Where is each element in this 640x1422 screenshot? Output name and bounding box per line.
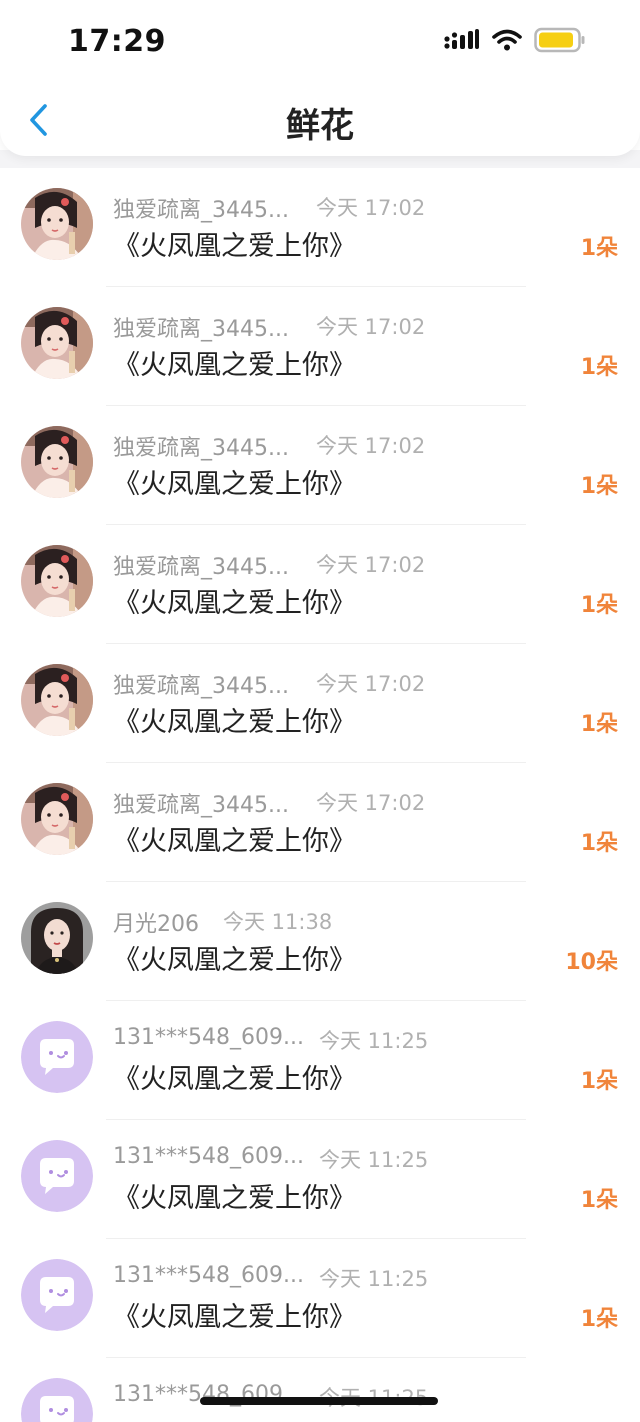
- flower-count: 1朵: [580, 474, 618, 499]
- page-title: 鲜花: [286, 106, 354, 146]
- flower-count: 1朵: [580, 1188, 618, 1213]
- book-title: 《火凤凰之爱上你》: [113, 1064, 356, 1095]
- gift-row[interactable]: 独爱疏离_3445... 今天 17:02 《火凤凰之爱上你》 1朵: [0, 763, 640, 882]
- gift-list[interactable]: 独爱疏离_3445... 今天 17:02 《火凤凰之爱上你》 1朵 独爱疏离_344…: [0, 168, 640, 1422]
- gift-row[interactable]: 131***548_609... 今天 11:25 《火凤凰之爱上你》 1朵: [0, 1001, 640, 1120]
- flower-count: 1朵: [580, 1307, 618, 1332]
- book-title: 《火凤凰之爱上你》: [113, 469, 356, 500]
- gift-row[interactable]: 独爱疏离_3445... 今天 17:02 《火凤凰之爱上你》 1朵: [0, 525, 640, 644]
- gift-row[interactable]: 月光206 今天 11:38 《火凤凰之爱上你》 10朵: [0, 882, 640, 1001]
- avatar[interactable]: [21, 1378, 93, 1422]
- sent-time: 今天 17:02: [316, 196, 426, 220]
- gift-row[interactable]: 独爱疏离_3445... 今天 17:02 《火凤凰之爱上你》 1朵: [0, 287, 640, 406]
- book-title: 《火凤凰之爱上你》: [113, 231, 356, 262]
- status-time: 17:29: [68, 24, 166, 59]
- sender-name: 独爱疏离_3445...: [113, 198, 289, 223]
- flower-count: 1朵: [580, 236, 618, 261]
- sent-time: 今天 17:02: [316, 553, 426, 577]
- sender-name: 独爱疏离_3445...: [113, 674, 289, 699]
- book-title: 《火凤凰之爱上你》: [113, 826, 356, 857]
- book-title: 《火凤凰之爱上你》: [113, 707, 356, 738]
- status-icons: [444, 27, 586, 57]
- avatar[interactable]: [21, 188, 93, 260]
- avatar[interactable]: [21, 545, 93, 617]
- sent-time: 今天 17:02: [316, 434, 426, 458]
- top-bar: 17:29 鲜花: [0, 0, 640, 156]
- avatar[interactable]: [21, 783, 93, 855]
- sent-time: 今天 17:02: [316, 672, 426, 696]
- sender-name: 131***548_609...: [113, 1144, 304, 1169]
- book-title: 《火凤凰之爱上你》: [113, 1183, 356, 1214]
- sender-name: 独爱疏离_3445...: [113, 793, 289, 818]
- sent-time: 今天 17:02: [316, 791, 426, 815]
- sender-name: 独爱疏离_3445...: [113, 555, 289, 580]
- sent-time: 今天 11:25: [319, 1267, 429, 1291]
- wifi-icon: [492, 29, 522, 55]
- book-title: 《火凤凰之爱上你》: [113, 945, 356, 976]
- avatar[interactable]: [21, 426, 93, 498]
- flower-count: 1朵: [580, 355, 618, 380]
- gift-row[interactable]: 131***548_609... 今天 11:25 《火凤凰之爱上你》 1朵: [0, 1120, 640, 1239]
- avatar[interactable]: [21, 902, 93, 974]
- gift-list-screen: 17:29 鲜花 独爱疏离_3445... 今天 17:02 《火凤凰之爱上你》…: [0, 0, 640, 1422]
- flower-count: 1朵: [580, 831, 618, 856]
- flower-count: 1朵: [580, 593, 618, 618]
- gift-row[interactable]: 131***548_609... 今天 11:25 《火凤凰之爱上你》 1朵: [0, 1239, 640, 1358]
- flower-count: 1朵: [580, 712, 618, 737]
- battery-icon: [534, 27, 586, 57]
- sender-name: 131***548_609...: [113, 1025, 304, 1050]
- avatar[interactable]: [21, 1259, 93, 1331]
- avatar[interactable]: [21, 1140, 93, 1212]
- sender-name: 月光206: [113, 912, 199, 937]
- book-title: 《火凤凰之爱上你》: [113, 1302, 356, 1333]
- sender-name: 独爱疏离_3445...: [113, 317, 289, 342]
- cellular-signal-icon: [444, 29, 480, 55]
- sent-time: 今天 11:25: [319, 1029, 429, 1053]
- sent-time: 今天 17:02: [316, 315, 426, 339]
- gift-row[interactable]: 独爱疏离_3445... 今天 17:02 《火凤凰之爱上你》 1朵: [0, 168, 640, 287]
- sender-name: 131***548_609...: [113, 1263, 304, 1288]
- gift-row[interactable]: 独爱疏离_3445... 今天 17:02 《火凤凰之爱上你》 1朵: [0, 406, 640, 525]
- gift-row[interactable]: 131***548_609...今天 11:25: [0, 1358, 640, 1422]
- home-indicator[interactable]: [200, 1397, 438, 1405]
- flower-count: 1朵: [580, 1069, 618, 1094]
- sent-time: 今天 11:25: [319, 1148, 429, 1172]
- avatar[interactable]: [21, 307, 93, 379]
- flower-count: 10朵: [565, 950, 618, 975]
- avatar[interactable]: [21, 1021, 93, 1093]
- book-title: 《火凤凰之爱上你》: [113, 350, 356, 381]
- sender-name: 独爱疏离_3445...: [113, 436, 289, 461]
- sent-time: 今天 11:38: [223, 910, 333, 934]
- gift-row[interactable]: 独爱疏离_3445... 今天 17:02 《火凤凰之爱上你》 1朵: [0, 644, 640, 763]
- book-title: 《火凤凰之爱上你》: [113, 588, 356, 619]
- avatar[interactable]: [21, 664, 93, 736]
